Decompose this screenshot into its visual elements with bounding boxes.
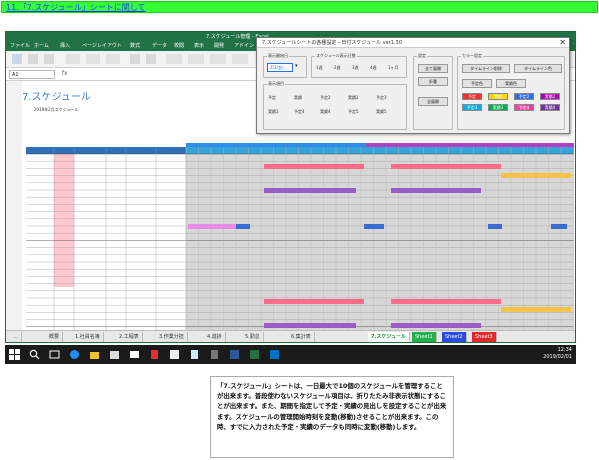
radio-1month[interactable]: 1ヶ月: [388, 65, 399, 71]
mail-icon[interactable]: [129, 349, 140, 360]
tab-sheet3[interactable]: Sheet3: [472, 332, 497, 342]
checkbox-plan2[interactable]: 予定2: [320, 95, 331, 101]
color-swatch[interactable]: 予定4: [514, 104, 534, 111]
tab-schedule[interactable]: 7.スケジュール: [368, 332, 411, 342]
menu-home[interactable]: ホーム: [34, 42, 49, 51]
clock[interactable]: 12:34 2019/02/01: [543, 347, 572, 361]
calculator-icon[interactable]: [209, 349, 220, 360]
checkbox-plan4[interactable]: 予定4: [294, 109, 305, 115]
tab-process[interactable]: 2.工程表: [116, 332, 143, 342]
windows-start-icon[interactable]: [9, 349, 20, 360]
color-swatch[interactable]: 予定2: [514, 93, 534, 100]
tab-sheet2[interactable]: Sheet2: [442, 332, 467, 342]
edge-icon[interactable]: [69, 349, 80, 360]
task-view-icon[interactable]: [49, 349, 60, 360]
fold-button[interactable]: 折畳: [418, 77, 448, 86]
sheet-subtitle: 2019年2月スケジュール: [34, 107, 79, 112]
sheet-tabs: ... 概要 1.社員名簿 2.工程表 3.作業分担 4.進捗 5.勤怠 6.集…: [6, 330, 575, 342]
checkbox-plan3[interactable]: 予定3: [376, 95, 387, 101]
folder-icon[interactable]: [89, 349, 100, 360]
group-label: 表示開始日: [267, 53, 289, 59]
checkbox-plan[interactable]: 予定: [268, 95, 276, 101]
tab-assign[interactable]: 3.作業分担: [156, 332, 188, 342]
color-swatch[interactable]: 予定3: [462, 104, 482, 111]
checkbox-actual[interactable]: 実績: [294, 95, 302, 101]
store-icon[interactable]: [109, 349, 120, 360]
expand-all-button[interactable]: 全て展開: [418, 64, 448, 73]
group-start-date: 表示開始日 2/1(金) ▾: [263, 53, 307, 78]
checkbox-actual2[interactable]: 実績2: [348, 95, 359, 101]
group-days: スケジュール表示日数 1週 2週 3週 4週 1ヶ月: [311, 53, 407, 78]
tab-overview[interactable]: 概要: [46, 332, 64, 342]
menu-developer[interactable]: 開発: [214, 42, 224, 51]
group-display-items: 表示項目 予定 実績 予定2 実績2 予定3 実績3 予定4 実績4 予定5 実…: [263, 81, 407, 130]
checkbox-actual5[interactable]: 実績5: [376, 109, 387, 115]
group-colors: カラー設定 タイムライン削除 タイムライン色 予定色 実績色 予定 実績 予定2 実績…: [457, 53, 565, 130]
group-label: カラー設定: [461, 53, 483, 59]
tab-sheet1[interactable]: Sheet1: [412, 332, 437, 342]
heading-bar: 11.「7.スケジュール」シートに関して: [1, 1, 598, 13]
fx-icon[interactable]: fx: [62, 70, 68, 77]
color-swatch[interactable]: 実績3: [488, 104, 508, 111]
menu-file[interactable]: ファイル: [10, 42, 30, 51]
settings-dialog: 7.スケジュールシートの各種設定 - 日付スケジュール ver1.30 ✕ 表示…: [256, 37, 570, 134]
menu-page-layout[interactable]: ページレイアウト: [82, 42, 122, 51]
checkbox-actual3[interactable]: 実績3: [268, 109, 279, 115]
tab-summary[interactable]: 6.集計表: [288, 332, 315, 342]
color-swatch[interactable]: 予定: [462, 93, 482, 100]
radio-2week[interactable]: 2週: [334, 65, 341, 71]
actual-color-button[interactable]: 実績色: [496, 79, 526, 88]
plan-color-button[interactable]: 予定色: [462, 79, 492, 88]
notepad-icon[interactable]: [189, 349, 200, 360]
menu-insert[interactable]: 挿入: [60, 42, 70, 51]
close-icon[interactable]: ✕: [559, 38, 566, 48]
menu-view[interactable]: 表示: [194, 42, 204, 51]
app-icon[interactable]: [169, 349, 180, 360]
radio-1week[interactable]: 1週: [316, 65, 323, 71]
outlook-icon[interactable]: [269, 349, 280, 360]
chevron-down-icon[interactable]: ▾: [295, 63, 298, 69]
clock-date: 2019/02/01: [543, 354, 572, 360]
pdf-icon[interactable]: [149, 349, 160, 360]
tab-attendance[interactable]: 5.勤怠: [242, 332, 264, 342]
checkbox-plan5[interactable]: 予定5: [348, 109, 359, 115]
heading-title[interactable]: 11.「7.スケジュール」シートに関して: [6, 2, 146, 13]
menu-data[interactable]: データ: [152, 42, 167, 51]
radio-3week[interactable]: 3週: [352, 65, 359, 71]
menu-review[interactable]: 校閲: [174, 42, 184, 51]
clock-time: 12:34: [557, 347, 572, 353]
group-label: 設定: [417, 53, 427, 59]
menu-formulas[interactable]: 数式: [130, 42, 140, 51]
start-date-select[interactable]: 2/1(金): [267, 63, 293, 72]
group-label: 表示項目: [267, 81, 285, 87]
word-icon[interactable]: [229, 349, 240, 360]
checkbox-actual4[interactable]: 実績4: [320, 109, 331, 115]
tab-scroll[interactable]: ...: [10, 332, 22, 342]
name-box[interactable]: A1: [9, 70, 55, 79]
excel-icon[interactable]: [249, 349, 260, 360]
group-label: スケジュール表示日数: [315, 53, 357, 59]
description-box: 「7.スケジュール」シートは、一日最大で10個のスケジュールを管理することが出来…: [210, 376, 454, 458]
sheet-title: 7.スケジュール: [22, 92, 91, 103]
color-swatch[interactable]: 実績4: [540, 104, 560, 111]
search-icon[interactable]: [29, 349, 40, 360]
dialog-title: 7.スケジュールシートの各種設定 - 日付スケジュール ver1.30: [257, 38, 569, 48]
timeline-delete-button[interactable]: タイムライン削除: [462, 64, 510, 73]
group-settings: 設定 全て展開 折畳 全展開: [413, 53, 453, 130]
expand-button[interactable]: 全展開: [418, 97, 448, 106]
menu-addins[interactable]: アドイン: [234, 42, 254, 51]
timeline-color-button[interactable]: タイムライン色: [514, 64, 562, 73]
radio-4week[interactable]: 4週: [370, 65, 377, 71]
taskbar: 12:34 2019/02/01: [5, 345, 576, 364]
color-swatch[interactable]: 実績: [488, 93, 508, 100]
color-swatch[interactable]: 実績2: [540, 93, 560, 100]
tab-progress[interactable]: 4.進捗: [204, 332, 226, 342]
tab-members[interactable]: 1.社員名簿: [72, 332, 104, 342]
